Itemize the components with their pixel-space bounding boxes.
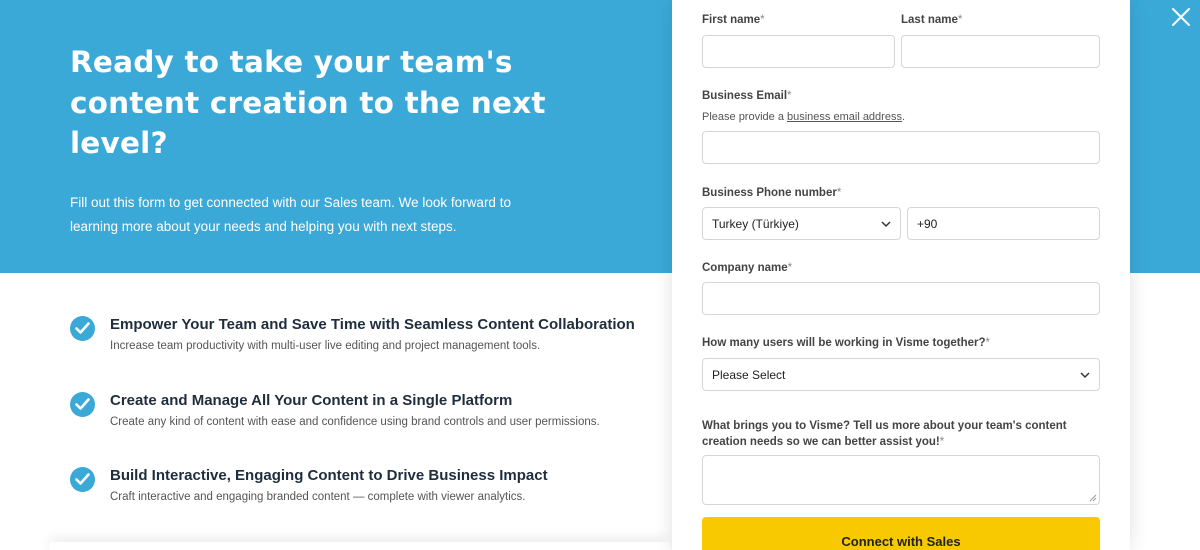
business-email-link[interactable]: business email address <box>787 111 902 123</box>
phone-value: +90 <box>917 216 938 231</box>
connect-with-sales-button[interactable]: Connect with Sales <box>702 517 1100 550</box>
country-select[interactable]: Turkey (Türkiye) <box>702 207 901 240</box>
first-name-input[interactable] <box>702 35 895 68</box>
company-input[interactable] <box>702 282 1100 315</box>
phone-input[interactable]: +90 <box>907 207 1100 240</box>
feature-item: Build Interactive, Engaging Content to D… <box>70 464 650 540</box>
resize-handle-icon[interactable] <box>1089 494 1097 502</box>
phone-label: Business Phone number* <box>702 187 842 199</box>
brings-textarea[interactable] <box>702 455 1100 505</box>
feature-title: Empower Your Team and Save Time with Sea… <box>110 316 635 333</box>
hero-subtitle: Fill out this form to get connected with… <box>70 195 511 234</box>
country-value: Turkey (Türkiye) <box>712 216 799 231</box>
chevron-down-icon <box>881 220 891 227</box>
hero-title: Ready to take your team's content creati… <box>70 45 546 160</box>
email-input[interactable] <box>702 131 1100 164</box>
check-circle-icon <box>70 316 95 341</box>
feature-title: Build Interactive, Engaging Content to D… <box>110 467 548 484</box>
close-icon[interactable] <box>1170 6 1192 28</box>
users-value: Please Select <box>712 367 786 382</box>
feature-description: Increase team productivity with multi-us… <box>110 340 541 352</box>
feature-item: Create and Manage All Your Content in a … <box>70 389 650 465</box>
sales-form: First name* Last name* Business Email* P… <box>672 0 1130 550</box>
bottom-divider <box>50 542 670 550</box>
users-select[interactable]: Please Select <box>702 358 1100 391</box>
feature-title: Create and Manage All Your Content in a … <box>110 391 513 409</box>
check-circle-icon <box>70 467 95 492</box>
email-hint: Please provide a business email address. <box>702 111 906 123</box>
feature-list: Empower Your Team and Save Time with Sea… <box>70 313 650 540</box>
last-name-input[interactable] <box>901 35 1100 68</box>
feature-description: Create any kind of content with ease and… <box>110 415 600 428</box>
check-circle-icon <box>70 391 95 417</box>
feature-description: Craft interactive and engaging branded c… <box>110 491 526 503</box>
last-name-label: Last name* <box>901 14 963 26</box>
company-label: Company name* <box>702 262 793 274</box>
feature-item: Empower Your Team and Save Time with Sea… <box>70 313 650 389</box>
brings-label: What brings you to Visme? Tell us more a… <box>702 420 1067 448</box>
email-label: Business Email* <box>702 90 792 102</box>
users-label: How many users will be working in Visme … <box>702 337 991 349</box>
first-name-label: First name* <box>702 14 765 26</box>
chevron-down-icon <box>1080 371 1090 378</box>
